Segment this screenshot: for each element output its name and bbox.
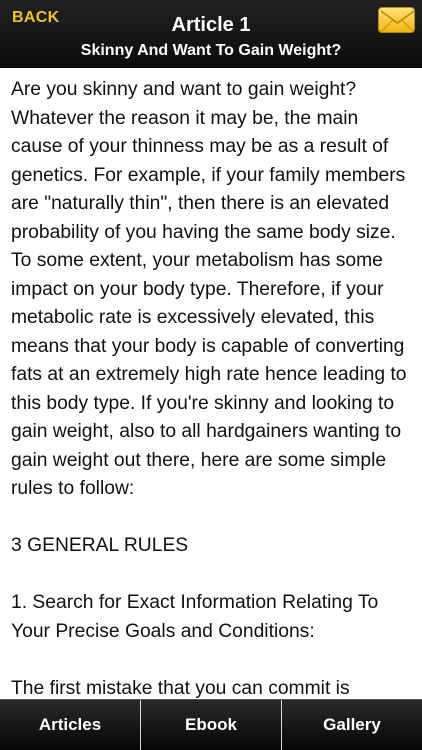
tab-gallery[interactable]: Gallery [282,700,422,750]
article-heading-general-rules: 3 GENERAL RULES [11,535,189,556]
article-body: Are you skinny and want to gain weight? … [0,68,422,699]
page-title: Article 1 [171,14,251,36]
article-paragraph-continued: The first mistake that you can commit is [11,677,350,699]
bottom-tab-bar: Articles Ebook Gallery [0,699,422,750]
nav-bar: BACK Article 1 Skinny And Want To Gain W… [0,0,422,68]
tab-articles[interactable]: Articles [0,700,141,750]
article-paragraph-rule-1: 1. Search for Exact Information Relating… [11,592,379,642]
page-subtitle: Skinny And Want To Gain Weight? [80,42,342,59]
envelope-icon[interactable] [378,7,415,33]
tab-ebook[interactable]: Ebook [141,700,282,750]
article-scroll-view[interactable]: Are you skinny and want to gain weight? … [0,68,422,699]
article-paragraph-intro: Are you skinny and want to gain weight? … [11,79,407,499]
